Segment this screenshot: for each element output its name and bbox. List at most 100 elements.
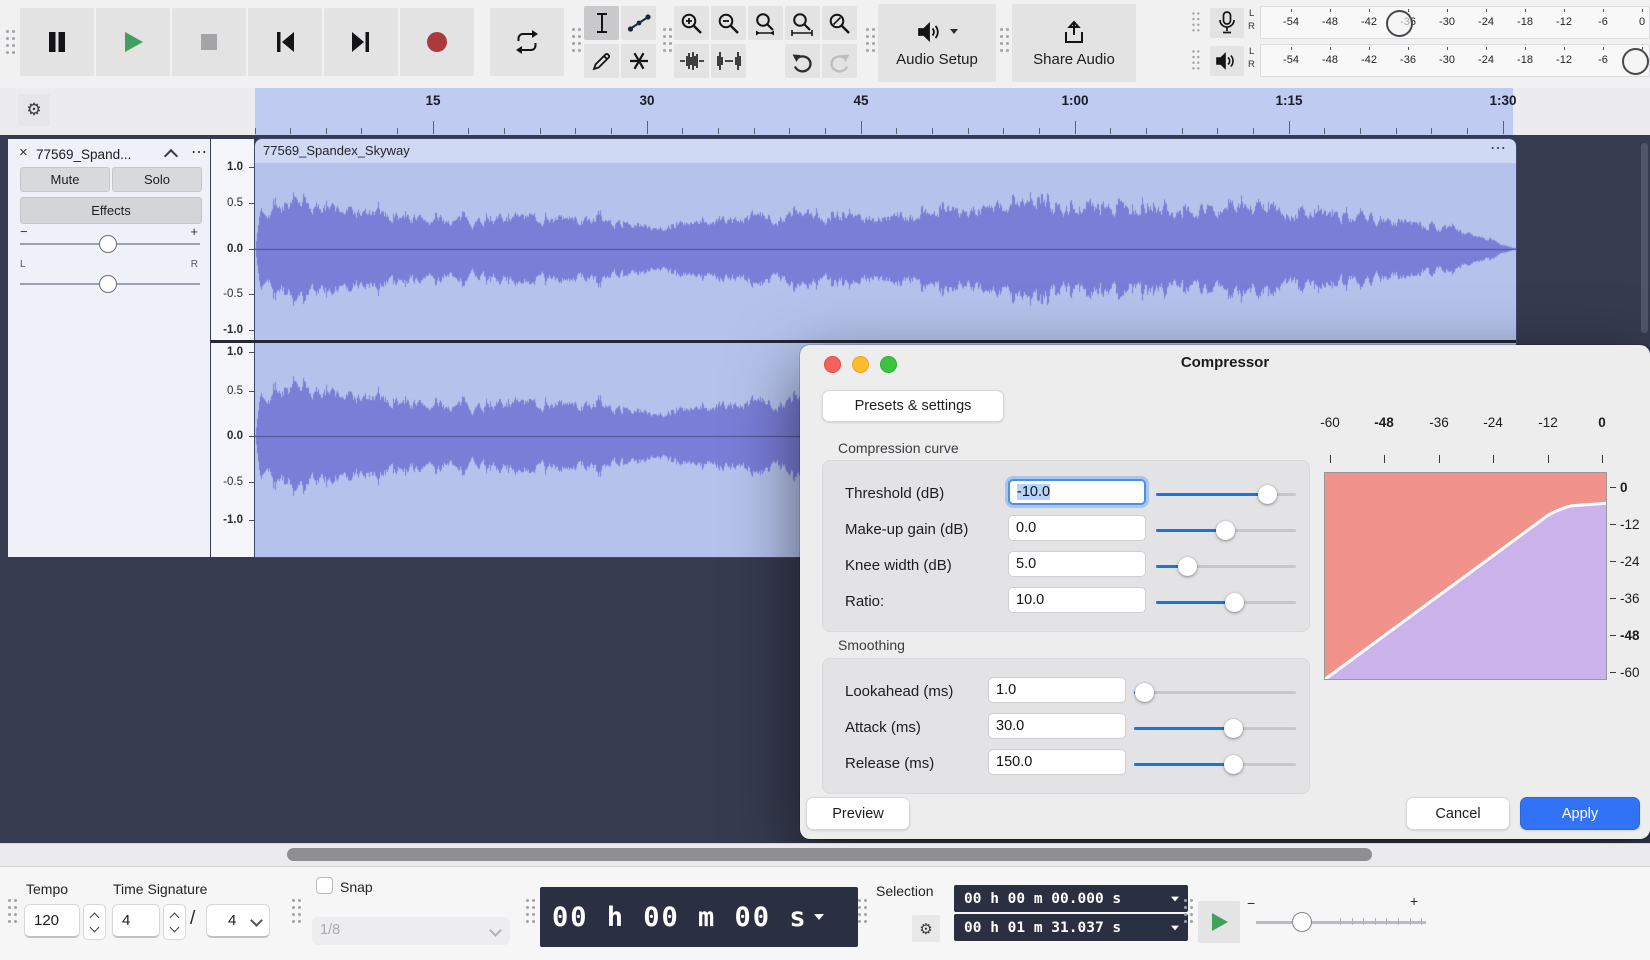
record-meter-grip[interactable] [1192,12,1195,15]
envelope-tool-button[interactable] [621,6,656,40]
time-format-caret-icon[interactable] [813,914,824,920]
share-grip[interactable] [1000,28,1003,31]
time-signature-lower-select[interactable]: 4 [206,904,270,938]
zoom-in-button[interactable] [674,6,709,40]
lookahead-slider[interactable] [1134,682,1296,702]
playback-meter[interactable]: -54 -48 -42 -36 -30 -24 -18 -12 -6 [1260,44,1650,77]
play-at-speed-grip[interactable] [1184,899,1187,902]
timeline-ruler[interactable]: ⚙ 15 30 45 1:00 1:15 1:30 [0,88,1650,135]
attack-input[interactable]: 30.0 [988,713,1126,739]
lookahead-input[interactable]: 1.0 [988,677,1126,703]
collapse-track-icon[interactable] [163,148,179,164]
release-slider[interactable] [1134,754,1296,774]
preview-button[interactable]: Preview [806,797,910,830]
time-signature-upper-input[interactable]: 4 [112,904,160,938]
share-audio-button[interactable]: Share Audio [1012,4,1136,82]
selection-options-button[interactable]: ⚙ [912,915,940,942]
stepper-up-icon[interactable] [89,912,100,922]
attack-slider-thumb[interactable] [1223,718,1243,738]
zoom-toggle-button[interactable] [822,6,857,40]
skip-to-start-button[interactable] [248,8,322,76]
knee-width-input[interactable]: 5.0 [1008,551,1146,577]
selection-toolbar-grip[interactable] [858,899,861,902]
tempo-input[interactable]: 120 [24,904,80,938]
playback-volume-slider-knob[interactable] [1622,48,1649,75]
presets-settings-button[interactable]: Presets & settings [822,390,1004,422]
knee-width-slider-thumb[interactable] [1177,556,1197,576]
tempo-stepper[interactable] [83,904,106,940]
play-at-speed-button[interactable] [1198,901,1240,943]
fit-project-button[interactable] [785,6,820,40]
clip-header[interactable]: 77569_Spandex_Skyway ⋯ [255,139,1516,163]
makeup-gain-slider-thumb[interactable] [1215,520,1235,540]
trim-audio-button[interactable] [674,44,709,78]
apply-button[interactable]: Apply [1520,797,1640,830]
snap-checkbox[interactable] [316,877,333,894]
selection-end-caret-icon[interactable] [1171,925,1179,930]
loop-button[interactable] [490,8,564,76]
clip-menu-icon[interactable]: ⋯ [1490,139,1506,158]
audio-position-display[interactable]: 00 h 00 m 00 s [540,887,858,947]
stepper-down-icon[interactable] [89,922,100,932]
fit-selection-button[interactable] [748,6,783,40]
pause-button[interactable] [20,8,94,76]
selection-tool-button[interactable] [584,6,619,40]
audio-setup-grip[interactable] [866,28,869,31]
threshold-slider[interactable] [1156,484,1296,504]
playback-meter-speaker-button[interactable] [1210,46,1244,76]
solo-button[interactable]: Solo [112,167,202,192]
multi-tool-button[interactable] [621,44,656,78]
ratio-slider-thumb[interactable] [1225,592,1245,612]
record-meter[interactable]: -54 -48 -42 -36 -30 -24 -18 -12 -6 0 [1260,6,1650,39]
skip-to-end-button[interactable] [324,8,398,76]
threshold-slider-thumb[interactable] [1257,484,1277,504]
audio-setup-button[interactable]: Audio Setup [878,4,996,82]
draw-tool-button[interactable] [584,44,619,78]
snap-to-select[interactable]: 1/8 [312,917,510,945]
play-button[interactable] [96,8,170,76]
snap-toolbar-grip[interactable] [292,899,295,902]
track-title[interactable]: 77569_Spand... [36,147,131,162]
attack-slider[interactable] [1134,718,1296,738]
time-signature-stepper[interactable] [163,904,186,940]
record-meter-mic-button[interactable] [1210,8,1244,38]
vertical-scrollbar[interactable] [1641,143,1648,333]
release-slider-thumb[interactable] [1223,754,1243,774]
cancel-button[interactable]: Cancel [1406,797,1510,830]
makeup-gain-slider[interactable] [1156,520,1296,540]
horizontal-scrollbar[interactable] [287,848,1372,861]
ratio-input[interactable]: 10.0 [1008,587,1146,613]
ratio-slider[interactable] [1156,592,1296,612]
pan-slider-knob[interactable] [99,275,117,293]
selection-end-display[interactable]: 00 h 01 m 31.037 s [954,914,1188,941]
waveform-left-channel[interactable] [255,163,1516,341]
selection-start-caret-icon[interactable] [1171,896,1179,901]
mute-button[interactable]: Mute [20,167,110,192]
toolbar-grip[interactable] [6,30,9,33]
silence-audio-button[interactable] [711,44,746,78]
selection-start-display[interactable]: 00 h 00 m 00.000 s [954,885,1188,912]
tools-grip[interactable] [572,28,575,31]
knee-width-slider[interactable] [1156,556,1296,576]
edit-grip[interactable] [663,28,666,31]
makeup-gain-input[interactable]: 0.0 [1008,515,1146,541]
vertical-scale-ruler[interactable]: 1.0 0.5 0.0 -0.5 -1.0 1.0 0.5 0.0 -0.5 -… [211,139,254,557]
lookahead-slider-thumb[interactable] [1134,682,1154,702]
track-menu-icon[interactable]: ⋯ [191,142,207,162]
compression-curve-graph[interactable] [1324,472,1607,680]
release-input[interactable]: 150.0 [988,749,1126,775]
playback-meter-grip[interactable] [1192,50,1195,53]
stop-button[interactable] [172,8,246,76]
undo-button[interactable] [785,44,820,78]
time-display-grip[interactable] [526,899,529,902]
time-toolbar-grip[interactable] [8,899,11,902]
zoom-out-button[interactable] [711,6,746,40]
record-volume-slider-knob[interactable] [1386,10,1413,37]
gain-slider-knob[interactable] [99,235,117,253]
effects-button[interactable]: Effects [20,197,202,224]
play-speed-slider-knob[interactable] [1292,912,1312,932]
stepper-up-icon[interactable] [169,912,180,922]
close-track-icon[interactable]: × [19,144,28,161]
record-button[interactable] [400,8,474,76]
threshold-input[interactable]: -10.0 [1008,479,1146,505]
